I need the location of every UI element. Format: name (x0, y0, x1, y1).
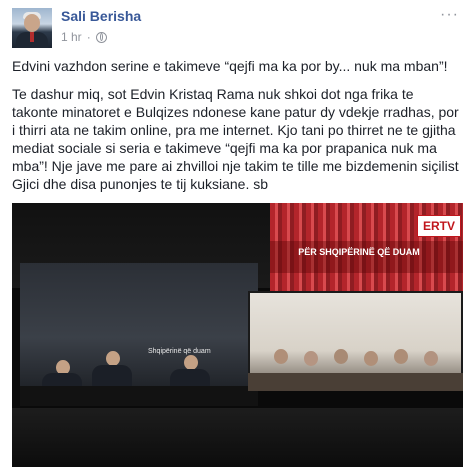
more-options-icon[interactable]: ··· (440, 6, 459, 24)
post-text-body: Te dashur miq, sot Edvin Kristaq Rama nu… (12, 86, 459, 192)
channel-logo: ERTV (417, 215, 462, 237)
post-photo[interactable]: PËR SHQIPËRINË QË DUAM ERTV Shqipërinë q… (12, 203, 463, 467)
banner-caption: PËR SHQIPËRINË QË DUAM (298, 247, 420, 257)
timestamp-link[interactable]: 1 hr (61, 30, 82, 44)
author-avatar[interactable] (12, 8, 52, 48)
facebook-post: Sali Berisha 1 hr · ··· Edvini vazhdon s… (0, 0, 471, 469)
author-name-link[interactable]: Sali Berisha (61, 8, 141, 24)
studio-desk (20, 386, 258, 406)
call-table (248, 373, 463, 391)
post-text-headline: Edvini vazhdon serine e takimeve “qejfi … (12, 58, 448, 74)
photo-floor (12, 408, 463, 467)
screen-caption: Shqipërinë që duam (148, 348, 211, 355)
globe-icon[interactable] (95, 31, 107, 43)
post-meta: 1 hr · (61, 30, 107, 44)
meta-separator: · (86, 30, 91, 44)
